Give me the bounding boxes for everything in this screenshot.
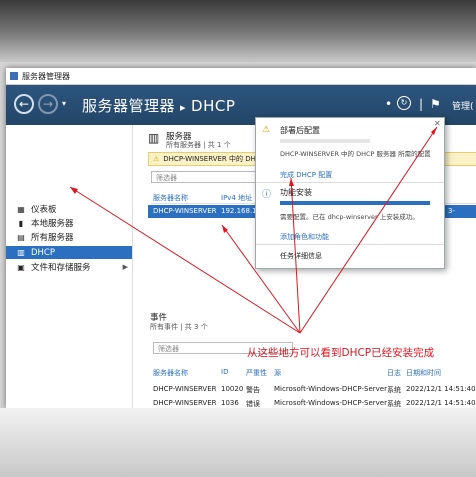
arrow-to-warning-bar [290, 177, 301, 334]
arrow-to-server-row [221, 224, 301, 334]
annotation-arrows [69, 126, 438, 334]
arrowhead [70, 187, 78, 194]
arrow-to-notification-flag [299, 126, 438, 334]
arrow-to-sidebar-dhcp [69, 186, 301, 334]
annotation-text: 从这些地方可以看到DHCP已经安装完成 [247, 347, 435, 359]
background-bottom [0, 408, 476, 477]
